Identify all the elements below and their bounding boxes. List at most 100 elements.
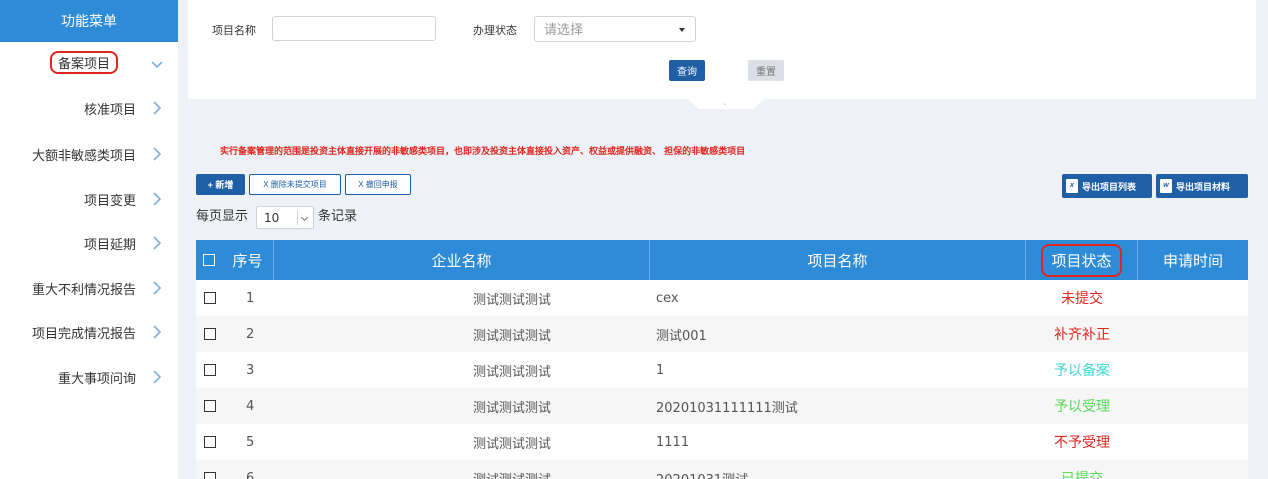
- row-index: 4: [246, 398, 255, 414]
- status-select[interactable]: 请选择: [534, 16, 696, 42]
- query-button[interactable]: 查询: [669, 60, 705, 81]
- row-project: cex: [656, 290, 679, 306]
- export-list-label: 导出项目列表: [1082, 181, 1137, 192]
- chevron-right-icon: [150, 146, 164, 162]
- table-row[interactable]: 1 测试测试测试 cex 未提交: [196, 280, 1248, 316]
- row-company: 测试测试测试: [472, 364, 551, 380]
- scope-notice: 实行备案管理的范围是投资主体直接开展的非敏感类项目，也即涉及投资主体直接投入资产…: [220, 147, 746, 157]
- export-list-button[interactable]: x 导出项目列表: [1062, 174, 1152, 198]
- sidebar-item[interactable]: 备案项目: [0, 51, 178, 74]
- sidebar-item-label: 项目延期: [83, 238, 136, 253]
- status-select-placeholder: 请选择: [544, 23, 584, 38]
- row-project: 20201031111111测试: [656, 400, 798, 416]
- row-checkbox[interactable]: [204, 292, 216, 304]
- header-time-label: 申请时间: [1162, 251, 1223, 270]
- withdraw-button[interactable]: X 撤回申报: [345, 174, 411, 195]
- row-index: 2: [246, 326, 255, 342]
- reset-button[interactable]: 重置: [748, 60, 784, 81]
- sidebar-item-label: 项目变更: [83, 194, 136, 209]
- sidebar-item-label: 备案项目: [49, 51, 118, 74]
- chevron-right-icon: [150, 324, 164, 340]
- row-index: 5: [246, 434, 255, 450]
- row-time: [1138, 388, 1248, 424]
- add-button[interactable]: + 新增: [196, 174, 245, 195]
- table-row[interactable]: 3 测试测试测试 1 予以备案: [196, 352, 1248, 388]
- sidebar-item[interactable]: 项目延期: [0, 233, 178, 253]
- chevron-down-icon: [150, 56, 164, 72]
- row-checkbox[interactable]: [204, 436, 216, 448]
- header-status: 项目状态: [1026, 240, 1138, 280]
- chevron-right-icon: [150, 280, 164, 296]
- header-index: 序号: [222, 240, 274, 280]
- chevron-down-icon: ⌄: [722, 99, 728, 107]
- header-status-label: 项目状态: [1041, 243, 1122, 277]
- sidebar-item[interactable]: 项目变更: [0, 189, 178, 209]
- table-row[interactable]: 4 测试测试测试 20201031111111测试 予以受理: [196, 388, 1248, 424]
- caret-down-icon: [679, 28, 685, 32]
- page-size-select[interactable]: 10: [256, 206, 314, 229]
- header-company: 企业名称: [274, 240, 650, 280]
- row-status: 补齐补正: [1054, 327, 1110, 343]
- row-index: 3: [246, 362, 255, 378]
- sidebar-header: 功能菜单: [0, 0, 178, 42]
- table-header: 序号 企业名称 项目名称 项目状态 申请时间: [196, 240, 1248, 280]
- search-panel: 项目名称 办理状态 请选择 查询 重置 ⌄: [188, 0, 1256, 109]
- sidebar-item-label: 核准项目: [83, 103, 136, 118]
- project-name-input[interactable]: [272, 16, 436, 41]
- row-status: 不予受理: [1054, 435, 1110, 451]
- export-material-button[interactable]: w 导出项目材料: [1156, 174, 1248, 198]
- row-project: 测试001: [656, 328, 707, 344]
- row-time: [1138, 280, 1248, 316]
- row-project: 1111: [656, 434, 690, 450]
- sidebar-item[interactable]: 重大不利情况报告: [0, 278, 178, 298]
- row-checkbox[interactable]: [204, 364, 216, 376]
- chevron-right-icon: [150, 191, 164, 207]
- chevron-down-icon: [297, 210, 311, 225]
- header-project-label: 项目名称: [807, 251, 868, 270]
- chevron-right-icon: [150, 235, 164, 251]
- header-time: 申请时间: [1138, 240, 1248, 280]
- sidebar-item-label: 重大事项问询: [57, 372, 136, 387]
- select-all-checkbox[interactable]: [203, 254, 215, 266]
- page-size-value: 10: [264, 211, 280, 225]
- page-size-suffix: 条记录: [318, 209, 358, 224]
- row-time: [1138, 352, 1248, 388]
- sidebar-item[interactable]: 项目完成情况报告: [0, 322, 178, 342]
- chevron-right-icon: [150, 369, 164, 385]
- sidebar-item-label: 大额非敏感类项目: [31, 149, 136, 164]
- sidebar-item-label: 项目完成情况报告: [31, 327, 136, 342]
- row-status: 已提交: [1061, 471, 1103, 479]
- excel-icon: x: [1066, 179, 1078, 193]
- row-index: 6: [246, 470, 255, 479]
- collapse-toggle[interactable]: ⌄: [688, 99, 764, 109]
- row-checkbox[interactable]: [204, 328, 216, 340]
- row-status: 未提交: [1061, 291, 1103, 307]
- chevron-right-icon: [150, 100, 164, 116]
- sidebar-item[interactable]: 大额非敏感类项目: [0, 144, 178, 164]
- row-time: [1138, 424, 1248, 460]
- table-row[interactable]: 5 测试测试测试 1111 不予受理: [196, 424, 1248, 460]
- header-index-label: 序号: [232, 251, 263, 270]
- header-project: 项目名称: [650, 240, 1026, 280]
- row-time: [1138, 316, 1248, 352]
- sidebar-item[interactable]: 核准项目: [0, 98, 178, 118]
- row-index: 1: [246, 290, 255, 306]
- delete-unsubmitted-button[interactable]: X 删除未提交项目: [249, 174, 341, 195]
- row-checkbox[interactable]: [204, 400, 216, 412]
- status-label: 办理状态: [473, 24, 517, 37]
- word-icon: w: [1160, 179, 1172, 193]
- sidebar-item-label: 重大不利情况报告: [31, 283, 136, 298]
- row-project: 20201031测试: [656, 460, 748, 479]
- table-row[interactable]: 6测试测试测试20201031测试已提交: [196, 460, 1248, 479]
- header-select-all[interactable]: [196, 240, 222, 280]
- table-row[interactable]: 2 测试测试测试 测试001 补齐补正: [196, 316, 1248, 352]
- row-status: 予以备案: [1054, 363, 1110, 379]
- page-size-prefix: 每页显示: [196, 209, 249, 224]
- project-name-label: 项目名称: [212, 24, 256, 37]
- export-material-label: 导出项目材料: [1176, 181, 1231, 192]
- header-company-label: 企业名称: [431, 251, 492, 270]
- row-time: [1138, 460, 1248, 479]
- row-status: 予以受理: [1054, 399, 1110, 415]
- row-checkbox[interactable]: [204, 472, 216, 479]
- sidebar-item[interactable]: 重大事项问询: [0, 367, 178, 387]
